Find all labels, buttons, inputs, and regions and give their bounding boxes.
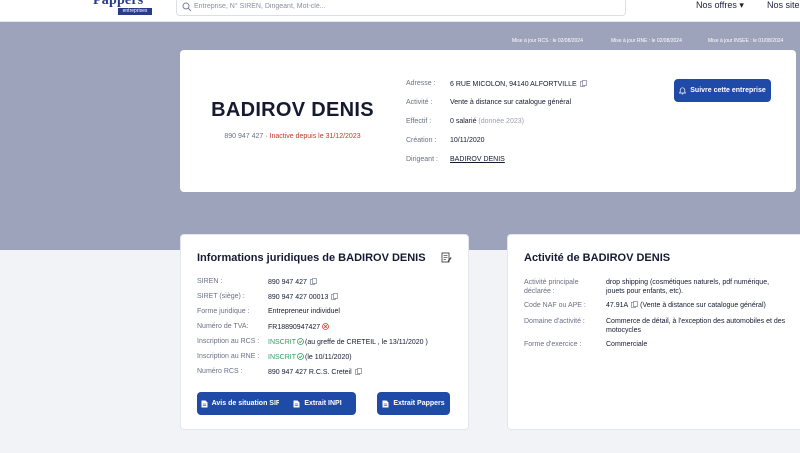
numero-rcs-value-wrap: 890 947 427 R.C.S. Creteil bbox=[268, 368, 362, 376]
naf-value-wrap: 47.91A (Vente à distance sur catalogue g… bbox=[606, 301, 786, 310]
search-icon bbox=[182, 2, 192, 12]
update-rne: Mise à jour RNE : le 02/08/2024 bbox=[611, 38, 682, 44]
follow-button-label: Suivre cette entreprise bbox=[690, 87, 766, 94]
domaine-label: Domaine d'activité : bbox=[524, 318, 585, 325]
update-rcs: Mise à jour RCS : le 02/08/2024 bbox=[512, 38, 583, 44]
legal-info-card: Informations juridiques de BADIROV DENIS… bbox=[180, 234, 469, 430]
document-icon bbox=[201, 400, 208, 407]
rne-value: (le 10/11/2020) bbox=[305, 354, 352, 361]
copy-icon[interactable] bbox=[310, 278, 317, 285]
tva-value-wrap: FR18890947427 bbox=[268, 323, 330, 331]
siren-number: 890 947 427 bbox=[224, 133, 264, 140]
copy-icon[interactable] bbox=[331, 293, 339, 300]
activite-principale-label: Activité principale déclarée : bbox=[524, 279, 579, 295]
rcs-value: (au greffe de CRETEIL , le 13/11/2020 ) bbox=[305, 339, 428, 346]
company-summary-card: BADIROV DENIS 890 947 427 · Inactive dep… bbox=[180, 50, 796, 192]
effectif-note: (donnée 2023) bbox=[478, 118, 524, 125]
forme-value: Entrepreneur individuel bbox=[268, 308, 340, 315]
siret-value-wrap: 890 947 427 00013 bbox=[268, 293, 339, 301]
dirigeant-link[interactable]: BADIROV DENIS bbox=[450, 156, 505, 163]
extrait-inpi-button[interactable]: Extrait INPI bbox=[279, 392, 356, 415]
forme-label: Forme juridique : bbox=[197, 308, 250, 315]
forme-exercice-value: Commerciale bbox=[606, 341, 648, 348]
check-circle-icon bbox=[297, 353, 304, 360]
copy-icon[interactable] bbox=[579, 80, 587, 87]
rcs-label: Inscription au RCS : bbox=[197, 338, 260, 345]
siren-label: SIREN : bbox=[197, 278, 223, 285]
adresse-value: 6 RUE MICOLON, 94140 ALFORTVILLE bbox=[450, 81, 577, 88]
siren-value: 890 947 427 bbox=[268, 279, 307, 286]
pappers-logo[interactable]: Pappers entreprises bbox=[91, 0, 153, 17]
effectif-value: 0 salarié bbox=[450, 118, 477, 125]
activite-value: Vente à distance sur catalogue général bbox=[450, 99, 572, 106]
numero-rcs-value: 890 947 427 R.C.S. Creteil bbox=[268, 369, 352, 376]
siren-value-wrap: 890 947 427 bbox=[268, 278, 317, 286]
inactive-status: · Inactive depuis le 31/12/2023 bbox=[265, 133, 361, 140]
follow-company-button[interactable]: Suivre cette entreprise bbox=[674, 79, 771, 102]
pappers-button-label: Extrait Pappers bbox=[393, 400, 445, 407]
nav-offres-menu[interactable]: Nos offres ▾ bbox=[696, 0, 744, 11]
company-name: BADIROV DENIS bbox=[211, 99, 374, 121]
siret-value: 890 947 427 00013 bbox=[268, 294, 329, 301]
activite-principale-value: drop shipping (cosmétiques naturels, pdf… bbox=[606, 279, 770, 295]
activity-title: Activité de BADIROV DENIS bbox=[524, 252, 671, 264]
copy-icon[interactable] bbox=[354, 368, 362, 375]
adresse-label: Adresse : bbox=[406, 80, 436, 87]
update-insee: Mise à jour INSEE : le 01/08/2024 bbox=[708, 38, 784, 44]
tva-label: Numéro de TVA: bbox=[197, 323, 249, 330]
activite-label: Activité : bbox=[406, 99, 433, 106]
nav-offres-label: Nos offres bbox=[696, 0, 737, 10]
extrait-pappers-button[interactable]: Extrait Pappers bbox=[377, 392, 450, 415]
activity-card: Activité de BADIROV DENIS Activité princ… bbox=[507, 234, 800, 430]
rne-label: Inscription au RNE : bbox=[197, 353, 260, 360]
creation-label: Création : bbox=[406, 137, 437, 144]
domaine-value: Commerce de détail, à l'exception des au… bbox=[606, 318, 786, 334]
adresse-value-wrap: 6 RUE MICOLON, 94140 ALFORTVILLE bbox=[450, 80, 587, 88]
effectif-label: Effectif : bbox=[406, 118, 432, 125]
copy-icon[interactable] bbox=[631, 301, 639, 308]
search-bar[interactable] bbox=[176, 0, 626, 16]
top-navbar: Pappers entreprises Nos offres ▾ Nos sit… bbox=[0, 0, 800, 22]
creation-value: 10/11/2020 bbox=[450, 137, 485, 144]
invalid-x-icon bbox=[322, 323, 330, 330]
document-icon bbox=[382, 400, 389, 407]
naf-description: (Vente à distance sur catalogue général) bbox=[640, 302, 766, 309]
chevron-down-icon: ▾ bbox=[739, 0, 744, 10]
logo-subtitle: entreprises bbox=[118, 8, 152, 15]
rne-value-wrap: INSCRIT (le 10/11/2020) bbox=[268, 353, 352, 361]
effectif-value-wrap: 0 salarié (donnée 2023) bbox=[450, 118, 524, 125]
document-edit-icon[interactable] bbox=[441, 252, 452, 263]
naf-label: Code NAF ou APE : bbox=[524, 302, 586, 309]
bell-icon bbox=[679, 86, 687, 94]
siren-status-line: 890 947 427 · Inactive depuis le 31/12/2… bbox=[180, 133, 405, 140]
numero-rcs-label: Numéro RCS : bbox=[197, 368, 243, 375]
document-icon bbox=[293, 400, 300, 407]
inpi-button-label: Extrait INPI bbox=[304, 400, 342, 407]
rcs-value-wrap: INSCRIT (au greffe de CRETEIL , le 13/11/… bbox=[268, 338, 428, 346]
forme-exercice-label: Forme d'exercice : bbox=[524, 341, 582, 348]
dirigeant-label: Dirigeant : bbox=[406, 156, 438, 163]
naf-code: 47.91A bbox=[606, 302, 629, 309]
legal-info-title: Informations juridiques de BADIROV DENIS bbox=[197, 252, 426, 264]
rcs-status: INSCRIT bbox=[268, 339, 296, 346]
rne-status: INSCRIT bbox=[268, 354, 296, 361]
siret-label: SIRET (siège) : bbox=[197, 293, 245, 300]
search-input[interactable] bbox=[194, 0, 614, 13]
tva-value: FR18890947427 bbox=[268, 324, 321, 331]
nav-sites-menu[interactable]: Nos sites bbox=[767, 0, 800, 10]
check-circle-icon bbox=[297, 338, 304, 345]
